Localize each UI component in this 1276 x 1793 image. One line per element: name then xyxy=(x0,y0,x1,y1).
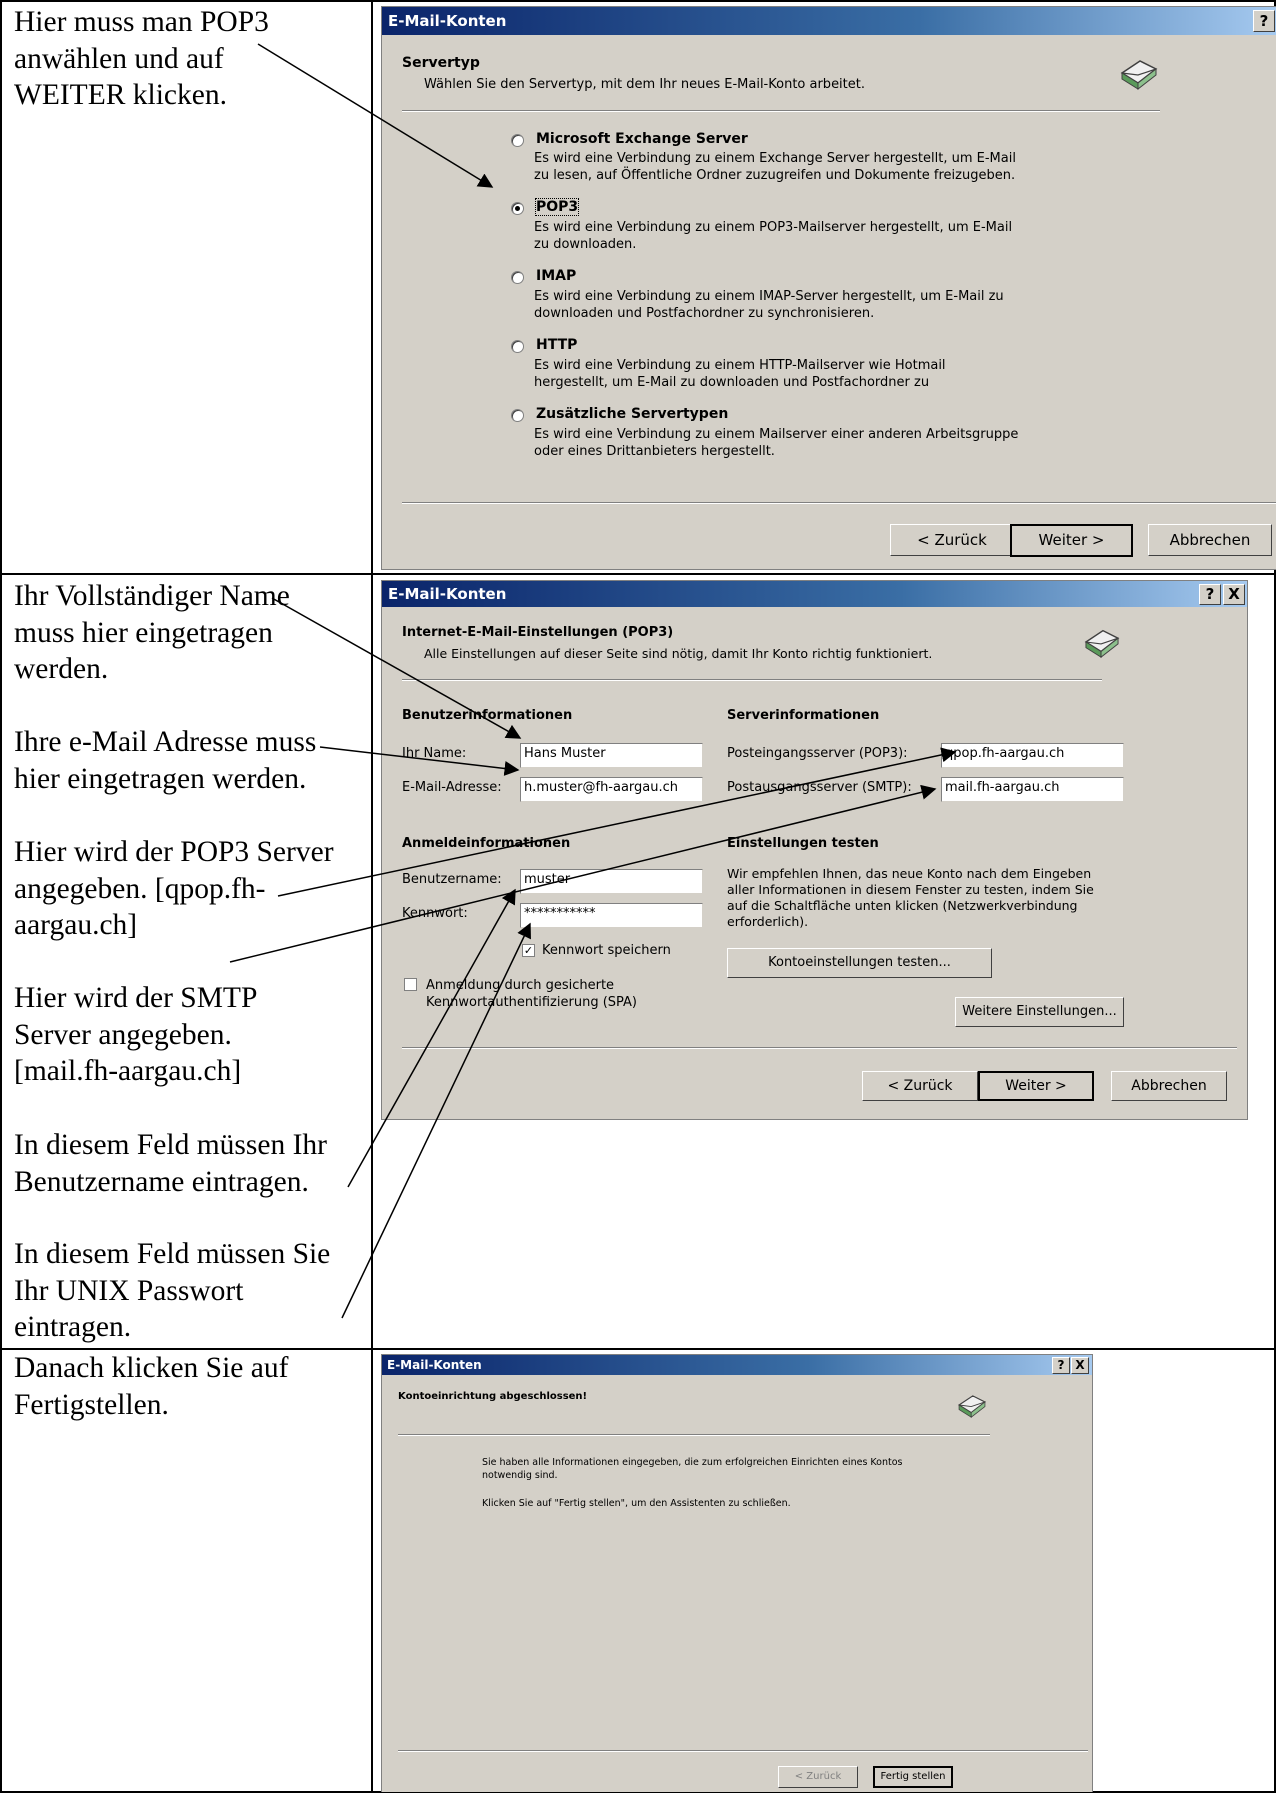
arrow-to-pop3-server xyxy=(277,747,957,897)
arrow-to-username xyxy=(347,888,516,1188)
arrow-to-smtp-server xyxy=(229,784,937,963)
arrow-to-password xyxy=(341,922,531,1319)
arrow-to-pop3 xyxy=(257,43,494,188)
arrow-to-email xyxy=(319,746,520,776)
annotation-arrows xyxy=(229,43,957,1319)
arrow-to-name xyxy=(271,597,522,739)
